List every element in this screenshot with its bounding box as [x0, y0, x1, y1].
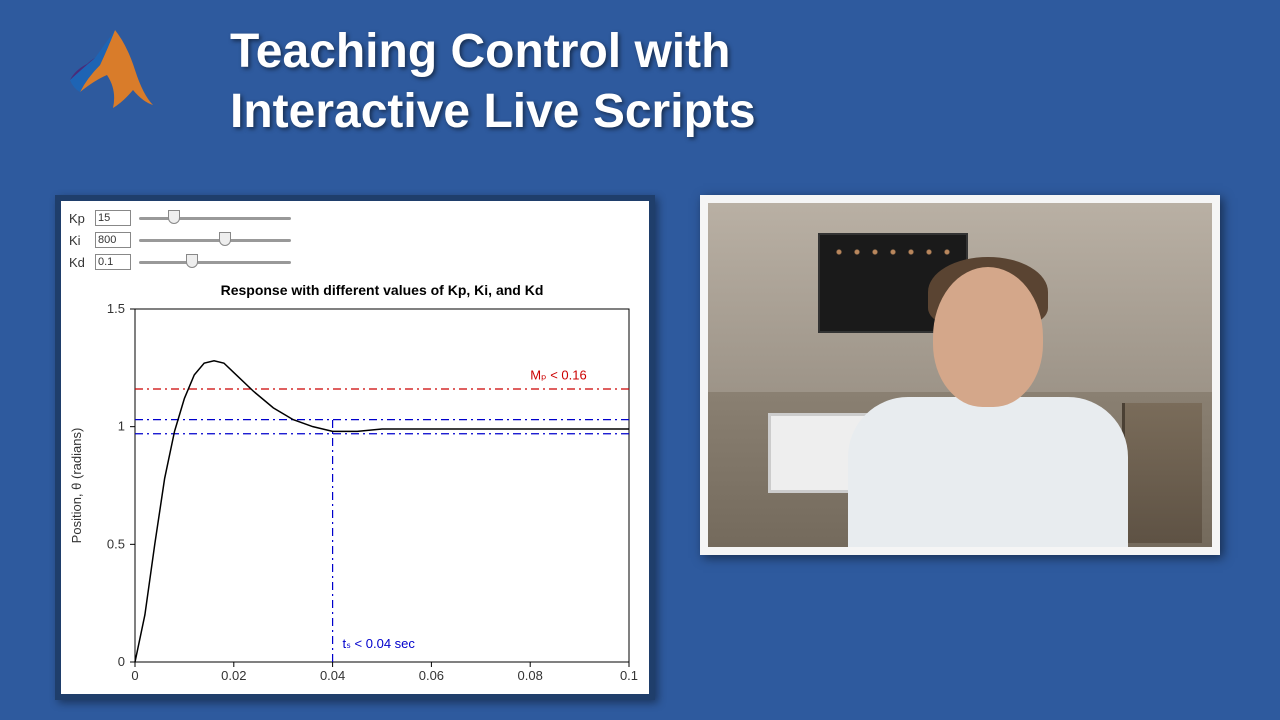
slider-thumb-kd[interactable] [186, 254, 198, 268]
slider-label-kd: Kd [69, 255, 91, 270]
slider-kp: Kp [69, 207, 295, 229]
slider-thumb-ki[interactable] [219, 232, 231, 246]
slider-ki: Ki [69, 229, 295, 251]
svg-text:0.1: 0.1 [620, 668, 638, 683]
slider-value-kp[interactable] [95, 210, 131, 226]
page-title: Teaching Control with Interactive Live S… [230, 22, 756, 142]
slider-kd: Kd [69, 251, 295, 273]
svg-text:0.5: 0.5 [107, 536, 125, 551]
slider-track-kp[interactable] [135, 210, 295, 226]
svg-text:0.06: 0.06 [419, 668, 444, 683]
svg-text:Mₚ < 0.16: Mₚ < 0.16 [530, 368, 587, 383]
svg-text:Response with different values: Response with different values of Kp, Ki… [221, 282, 544, 298]
svg-text:Position, θ (radians): Position, θ (radians) [69, 428, 84, 544]
chart-panel: Kp Ki Kd 0 0.02 0.04 0.06 0.08 0.1 0 0.5 1 1.5 Res… [55, 195, 655, 700]
slider-group: Kp Ki Kd [69, 207, 295, 273]
svg-text:0: 0 [131, 668, 138, 683]
slider-thumb-kp[interactable] [168, 210, 180, 224]
svg-text:tₛ < 0.04 sec: tₛ < 0.04 sec [342, 636, 415, 651]
svg-text:0.02: 0.02 [221, 668, 246, 683]
response-plot: 0 0.02 0.04 0.06 0.08 0.1 0 0.5 1 1.5 Response wit… [61, 279, 649, 694]
svg-text:0.08: 0.08 [518, 668, 543, 683]
slider-track-kd[interactable] [135, 254, 295, 270]
presenter-video [700, 195, 1220, 555]
slider-label-kp: Kp [69, 211, 91, 226]
svg-text:0.04: 0.04 [320, 668, 345, 683]
slider-track-ki[interactable] [135, 232, 295, 248]
slider-value-kd[interactable] [95, 254, 131, 270]
slider-value-ki[interactable] [95, 232, 131, 248]
svg-text:0: 0 [118, 654, 125, 669]
svg-text:1.5: 1.5 [107, 301, 125, 316]
matlab-logo-icon [60, 20, 170, 120]
svg-text:1: 1 [118, 419, 125, 434]
slider-label-ki: Ki [69, 233, 91, 248]
